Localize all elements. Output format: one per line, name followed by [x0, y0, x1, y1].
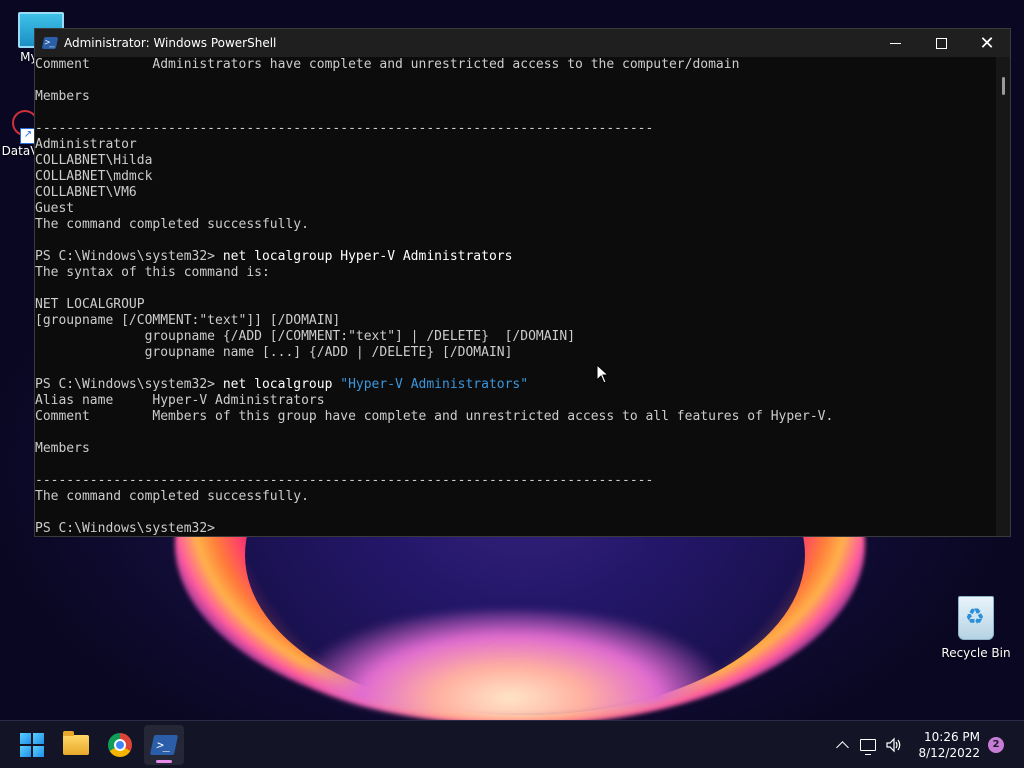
chrome-icon [108, 733, 132, 757]
volume-button[interactable] [882, 733, 906, 757]
console-line: Members [35, 441, 90, 456]
folder-icon [63, 731, 89, 755]
system-tray: 10:26 PM 8/12/2022 2 [828, 729, 1024, 761]
molecule-icon: ↗ [8, 110, 38, 144]
windows-start-icon [20, 733, 44, 757]
chevron-up-icon [836, 740, 849, 754]
console-line: groupname name [...] {/ADD | /DELETE} [/… [35, 345, 513, 360]
clock-time: 10:26 PM [924, 730, 980, 744]
vertical-scrollbar[interactable] [996, 57, 1010, 536]
window-title: Administrator: Windows PowerShell [64, 36, 277, 50]
console-line: COLLABNET\VM6 [35, 185, 137, 200]
taskbar-chrome[interactable] [100, 725, 140, 765]
powershell-icon: >_ [149, 735, 179, 755]
volume-icon [886, 737, 901, 753]
console-command: net localgroup [215, 377, 341, 392]
recycle-bin-icon [958, 596, 994, 640]
taskbar: >_ 10:26 PM 8/12/2022 2 [0, 720, 1024, 768]
minimize-button[interactable] [872, 29, 918, 57]
wallpaper-shine [300, 610, 720, 720]
console-line: The syntax of this command is: [35, 265, 270, 280]
scrollbar-thumb[interactable] [1002, 77, 1005, 95]
console-line: The command completed successfully. [35, 489, 309, 504]
console-line: PS C:\Windows\system32> [35, 521, 216, 536]
powershell-icon[interactable]: >_ [41, 37, 59, 49]
taskbar-clock[interactable]: 10:26 PM 8/12/2022 [918, 729, 980, 761]
console-line: Comment Members of this group have compl… [35, 409, 834, 424]
console-line: Comment Administrators have complete and… [35, 57, 740, 72]
show-hidden-icons-button[interactable] [830, 733, 854, 757]
console-prompt: PS C:\Windows\system32> [35, 377, 216, 392]
console-line: COLLABNET\mdmck [35, 169, 153, 184]
window-titlebar[interactable]: >_ Administrator: Windows PowerShell ✕ [35, 29, 1010, 57]
maximize-button[interactable] [918, 29, 964, 57]
mouse-cursor-icon [596, 364, 608, 384]
taskbar-file-explorer[interactable] [56, 725, 96, 765]
console-line: The command completed successfully. [35, 217, 309, 232]
console-line: groupname {/ADD [/COMMENT:"text"] | /DEL… [35, 329, 576, 344]
console-line: [groupname [/COMMENT:"text"]] [/DOMAIN] [35, 313, 341, 328]
console-line: COLLABNET\Hilda [35, 153, 153, 168]
console-line: Members [35, 89, 90, 104]
network-icon [860, 739, 877, 755]
console-line: PS C:\Windows\system32> net localgroup "… [35, 377, 996, 393]
console-string-literal: "Hyper-V Administrators" [340, 377, 529, 392]
console-line: ----------------------------------------… [35, 121, 654, 136]
clock-date: 8/12/2022 [918, 746, 980, 760]
close-button[interactable]: ✕ [964, 29, 1010, 57]
notification-badge[interactable]: 2 [988, 737, 1004, 753]
console-line: NET LOCALGROUP [35, 297, 145, 312]
desktop-icon-recycle-bin[interactable]: Recycle Bin [940, 596, 1012, 660]
powershell-window[interactable]: >_ Administrator: Windows PowerShell ✕ C… [34, 28, 1011, 537]
console-line: Administrator [35, 137, 137, 152]
console-prompt: PS C:\Windows\system32> [35, 249, 216, 264]
desktop-icon-label: Recycle Bin [941, 646, 1011, 660]
console-line: ----------------------------------------… [35, 473, 654, 488]
network-button[interactable] [856, 733, 880, 757]
taskbar-powershell[interactable]: >_ [144, 725, 184, 765]
console-output[interactable]: Comment Administrators have complete and… [35, 57, 996, 536]
console-command: net localgroup Hyper-V Administrators [215, 249, 513, 264]
console-line: Alias name Hyper-V Administrators [35, 393, 325, 408]
console-line: Guest [35, 201, 75, 216]
start-button[interactable] [12, 725, 52, 765]
console-line: PS C:\Windows\system32> net localgroup H… [35, 249, 996, 265]
